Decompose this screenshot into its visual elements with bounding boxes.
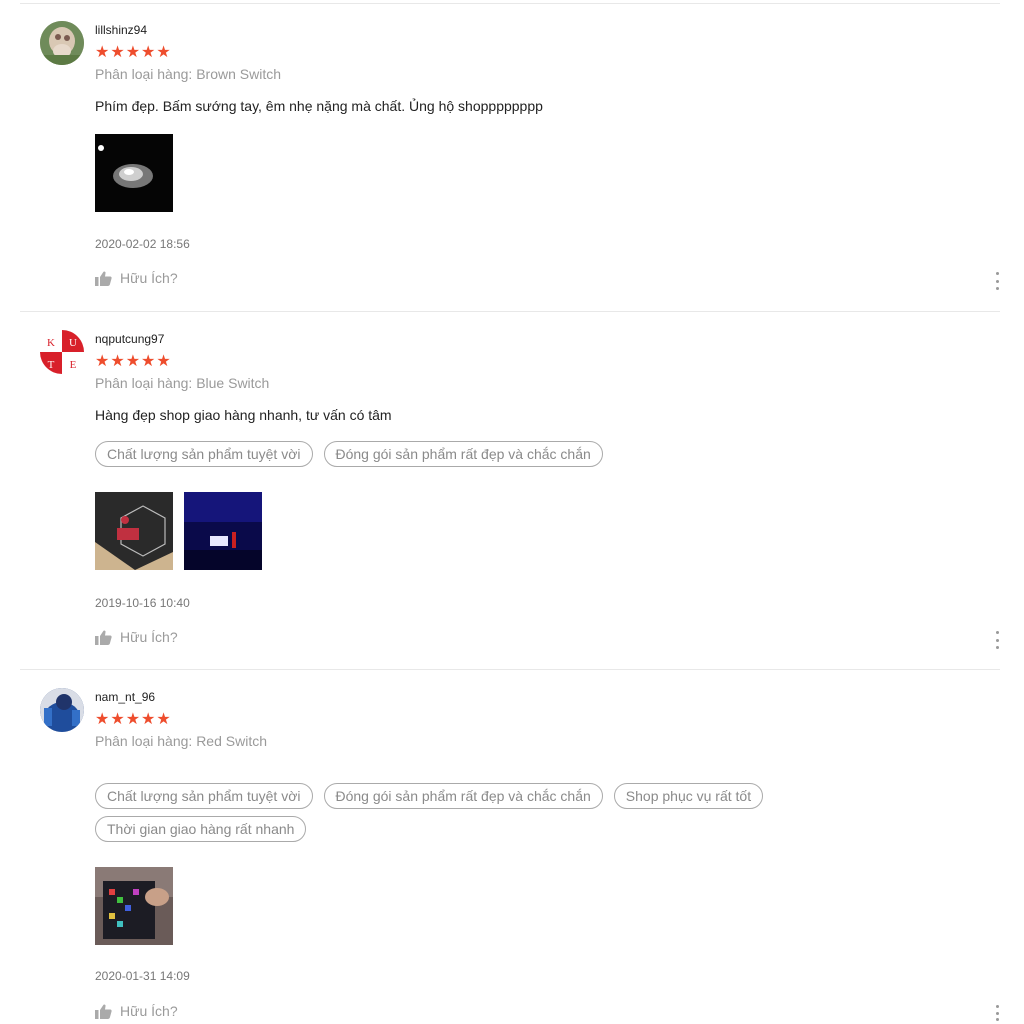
thumbs-up-icon <box>95 1004 112 1019</box>
logo-letter: K <box>47 337 55 349</box>
helpful-label: Hữu Ích? <box>120 270 178 286</box>
review-comment: Phím đẹp. Bấm sướng tay, êm nhẹ nặng mà … <box>95 98 543 114</box>
review-tags: Chất lượng sản phẩm tuyệt vời Đóng gói s… <box>95 441 975 474</box>
review-photo-thumbnail[interactable] <box>95 492 173 570</box>
review-tags: Chất lượng sản phẩm tuyệt vời Đóng gói s… <box>95 783 975 849</box>
photo-image <box>95 492 173 570</box>
review-comment: Hàng đẹp shop giao hàng nhanh, tư vấn có… <box>95 407 392 423</box>
review-photo-thumbnail[interactable] <box>95 867 173 945</box>
review-tag: Đóng gói sản phẩm rất đẹp và chắc chắn <box>323 783 603 809</box>
logo-letter: E <box>70 359 77 371</box>
thumbs-up-icon <box>95 630 112 645</box>
helpful-label: Hữu Ích? <box>120 629 178 645</box>
logo-letter: T <box>48 359 55 371</box>
helpful-button[interactable]: Hữu Ích? <box>95 1003 178 1019</box>
review-photos <box>95 134 395 212</box>
logo-letter: U <box>69 337 77 349</box>
avatar[interactable]: K U T E <box>40 330 84 374</box>
review-date: 2020-01-31 14:09 <box>95 969 190 983</box>
photo-image <box>184 492 262 570</box>
review-date: 2019-10-16 10:40 <box>95 596 190 610</box>
thumbs-up-icon <box>95 271 112 286</box>
variant-label: Phân loại hàng: Blue Switch <box>95 375 270 391</box>
variant-label: Phân loại hàng: Brown Switch <box>95 66 281 82</box>
avatar[interactable] <box>40 21 84 65</box>
helpful-label: Hữu Ích? <box>120 1003 178 1019</box>
more-vertical-icon[interactable] <box>992 631 1002 649</box>
variant-label: Phân loại hàng: Red Switch <box>95 733 267 749</box>
review-tag: Chất lượng sản phẩm tuyệt vời <box>95 783 313 809</box>
divider <box>20 311 1000 312</box>
review-tag: Chất lượng sản phẩm tuyệt vời <box>95 441 313 467</box>
review-photos <box>95 867 395 945</box>
reviewer-username[interactable]: lillshinz94 <box>95 23 147 37</box>
avatar-image <box>40 21 84 65</box>
review-list: lillshinz94 ★★★★★ Phân loại hàng: Brown … <box>0 0 1024 1024</box>
review-tag: Đóng gói sản phẩm rất đẹp và chắc chắn <box>323 441 603 467</box>
divider <box>20 669 1000 670</box>
avatar-logo: K U T E <box>40 330 84 374</box>
avatar-image <box>40 688 84 732</box>
rating-stars: ★★★★★ <box>95 44 172 61</box>
review-date: 2020-02-02 18:56 <box>95 237 190 251</box>
rating-stars: ★★★★★ <box>95 353 172 370</box>
photo-image <box>95 867 173 945</box>
reviewer-username[interactable]: nqputcung97 <box>95 332 164 346</box>
review-tag: Thời gian giao hàng rất nhanh <box>95 816 307 842</box>
review-photos <box>95 492 395 570</box>
avatar[interactable] <box>40 688 84 732</box>
more-vertical-icon[interactable] <box>992 1005 1002 1021</box>
review-photo-thumbnail[interactable] <box>184 492 262 570</box>
reviewer-username[interactable]: nam_nt_96 <box>95 690 155 704</box>
photo-image <box>95 134 173 212</box>
divider <box>20 3 1000 4</box>
review-photo-thumbnail[interactable] <box>95 134 173 212</box>
helpful-button[interactable]: Hữu Ích? <box>95 270 178 286</box>
rating-stars: ★★★★★ <box>95 711 172 728</box>
more-vertical-icon[interactable] <box>992 272 1002 290</box>
helpful-button[interactable]: Hữu Ích? <box>95 629 178 645</box>
review-tag: Shop phục vụ rất tốt <box>613 783 764 809</box>
